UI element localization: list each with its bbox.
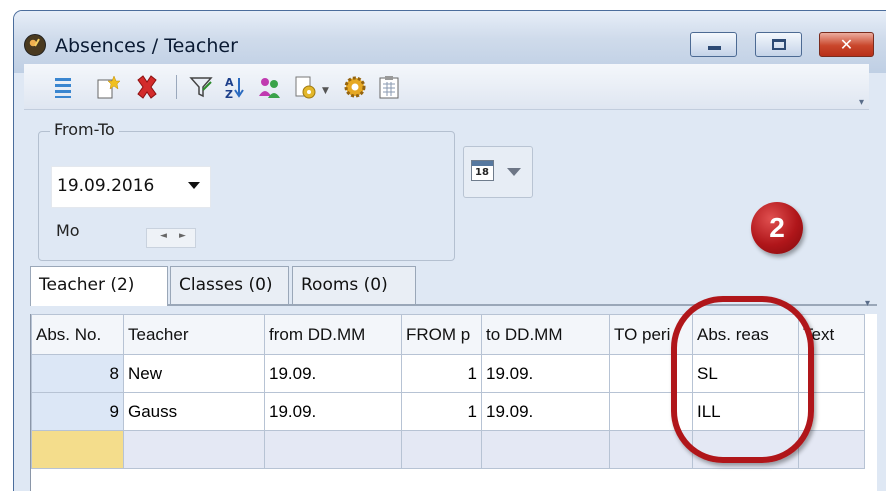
absences-grid: Abs. No. Teacher from DD.MM FROM p to DD… xyxy=(30,314,877,491)
tab-teacher[interactable]: Teacher (2) xyxy=(30,266,168,306)
delete-icon[interactable] xyxy=(134,74,160,100)
date-picker-input[interactable]: 19.09.2016 xyxy=(51,166,211,208)
cell-teacher[interactable]: New xyxy=(123,354,265,393)
svg-text:Z: Z xyxy=(225,88,233,100)
cell-from-period[interactable]: 1 xyxy=(401,354,482,393)
settings-icon[interactable] xyxy=(342,74,368,100)
clock-app-icon xyxy=(24,34,46,56)
cell-new-row[interactable] xyxy=(692,430,799,469)
filter-icon[interactable] xyxy=(188,74,214,100)
table-row[interactable]: 9 Gauss 19.09. 1 19.09. ILL xyxy=(31,392,865,431)
chevron-down-icon[interactable] xyxy=(188,182,200,189)
new-record-icon[interactable] xyxy=(94,74,120,100)
cell-teacher[interactable]: Gauss xyxy=(123,392,265,431)
column-header-teacher[interactable]: Teacher xyxy=(123,314,265,355)
toolbar: A Z ▼ ▾ xyxy=(24,64,869,110)
absences-table: Abs. No. Teacher from DD.MM FROM p to DD… xyxy=(31,314,865,469)
calendar-icon: 18 xyxy=(471,160,494,181)
tab-classes[interactable]: Classes (0) xyxy=(170,266,289,304)
people-icon[interactable] xyxy=(256,74,282,100)
cell-abs-reason[interactable]: ILL xyxy=(692,392,799,431)
cell-from-date[interactable]: 19.09. xyxy=(264,354,402,393)
date-value: 19.09.2016 xyxy=(57,176,155,196)
weekday-label: Mo xyxy=(56,221,80,240)
maximize-button[interactable] xyxy=(755,32,802,57)
cell-to-date[interactable]: 19.09. xyxy=(481,354,610,393)
step-number-badge: 2 xyxy=(751,202,803,254)
cell-new-row[interactable] xyxy=(609,430,693,469)
cell-new-row[interactable] xyxy=(401,430,482,469)
table-header-row: Abs. No. Teacher from DD.MM FROM p to DD… xyxy=(31,314,865,355)
cell-new-row[interactable] xyxy=(31,430,124,469)
column-header-abs-no[interactable]: Abs. No. xyxy=(31,314,124,355)
arrow-left-icon[interactable]: ◄ xyxy=(160,231,167,241)
cell-from-date[interactable]: 19.09. xyxy=(264,392,402,431)
sort-icon[interactable]: A Z xyxy=(222,74,248,100)
window-title: Absences / Teacher xyxy=(55,35,238,57)
table-row-new[interactable] xyxy=(31,430,865,469)
column-header-from-period[interactable]: FROM p xyxy=(401,314,482,355)
cell-text[interactable] xyxy=(798,392,865,431)
column-header-text[interactable]: Text xyxy=(798,314,865,355)
close-icon: ✕ xyxy=(839,35,854,54)
cell-to-period[interactable] xyxy=(609,354,693,393)
date-stepper[interactable]: ◄ ► xyxy=(146,228,196,248)
cell-new-row[interactable] xyxy=(264,430,402,469)
close-button[interactable]: ✕ xyxy=(819,32,874,57)
cell-to-date[interactable]: 19.09. xyxy=(481,392,610,431)
cell-new-row[interactable] xyxy=(798,430,865,469)
toolbar-overflow-icon[interactable]: ▾ xyxy=(859,98,869,108)
calendar-dropdown-button[interactable]: 18 xyxy=(463,146,533,198)
column-header-to-period[interactable]: TO peri xyxy=(609,314,693,355)
cell-from-period[interactable]: 1 xyxy=(401,392,482,431)
column-header-abs-reason[interactable]: Abs. reas xyxy=(692,314,799,355)
cell-to-period[interactable] xyxy=(609,392,693,431)
report-dropdown-icon[interactable]: ▼ xyxy=(322,86,329,96)
cell-new-row[interactable] xyxy=(481,430,610,469)
cell-text[interactable] xyxy=(798,354,865,393)
cell-abs-no[interactable]: 9 xyxy=(31,392,124,431)
maximize-icon xyxy=(772,39,786,50)
chevron-down-icon xyxy=(507,168,521,176)
arrow-right-icon[interactable]: ► xyxy=(179,231,186,241)
table-row[interactable]: 8 New 19.09. 1 19.09. SL xyxy=(31,354,865,393)
cell-abs-reason[interactable]: SL xyxy=(692,354,799,393)
panel-collapse-icon[interactable]: ▾ xyxy=(865,298,870,309)
column-header-to-date[interactable]: to DD.MM xyxy=(481,314,610,355)
cell-abs-no[interactable]: 8 xyxy=(31,354,124,393)
list-icon[interactable] xyxy=(50,74,76,100)
column-header-from-date[interactable]: from DD.MM xyxy=(264,314,402,355)
minimize-icon xyxy=(708,46,721,50)
tab-rooms[interactable]: Rooms (0) xyxy=(292,266,416,304)
cell-new-row[interactable] xyxy=(123,430,265,469)
toolbar-separator xyxy=(176,75,177,99)
report-icon[interactable] xyxy=(292,74,318,100)
clipboard-icon[interactable] xyxy=(376,74,402,100)
minimize-button[interactable] xyxy=(690,32,737,57)
from-to-label: From-To xyxy=(50,120,119,139)
